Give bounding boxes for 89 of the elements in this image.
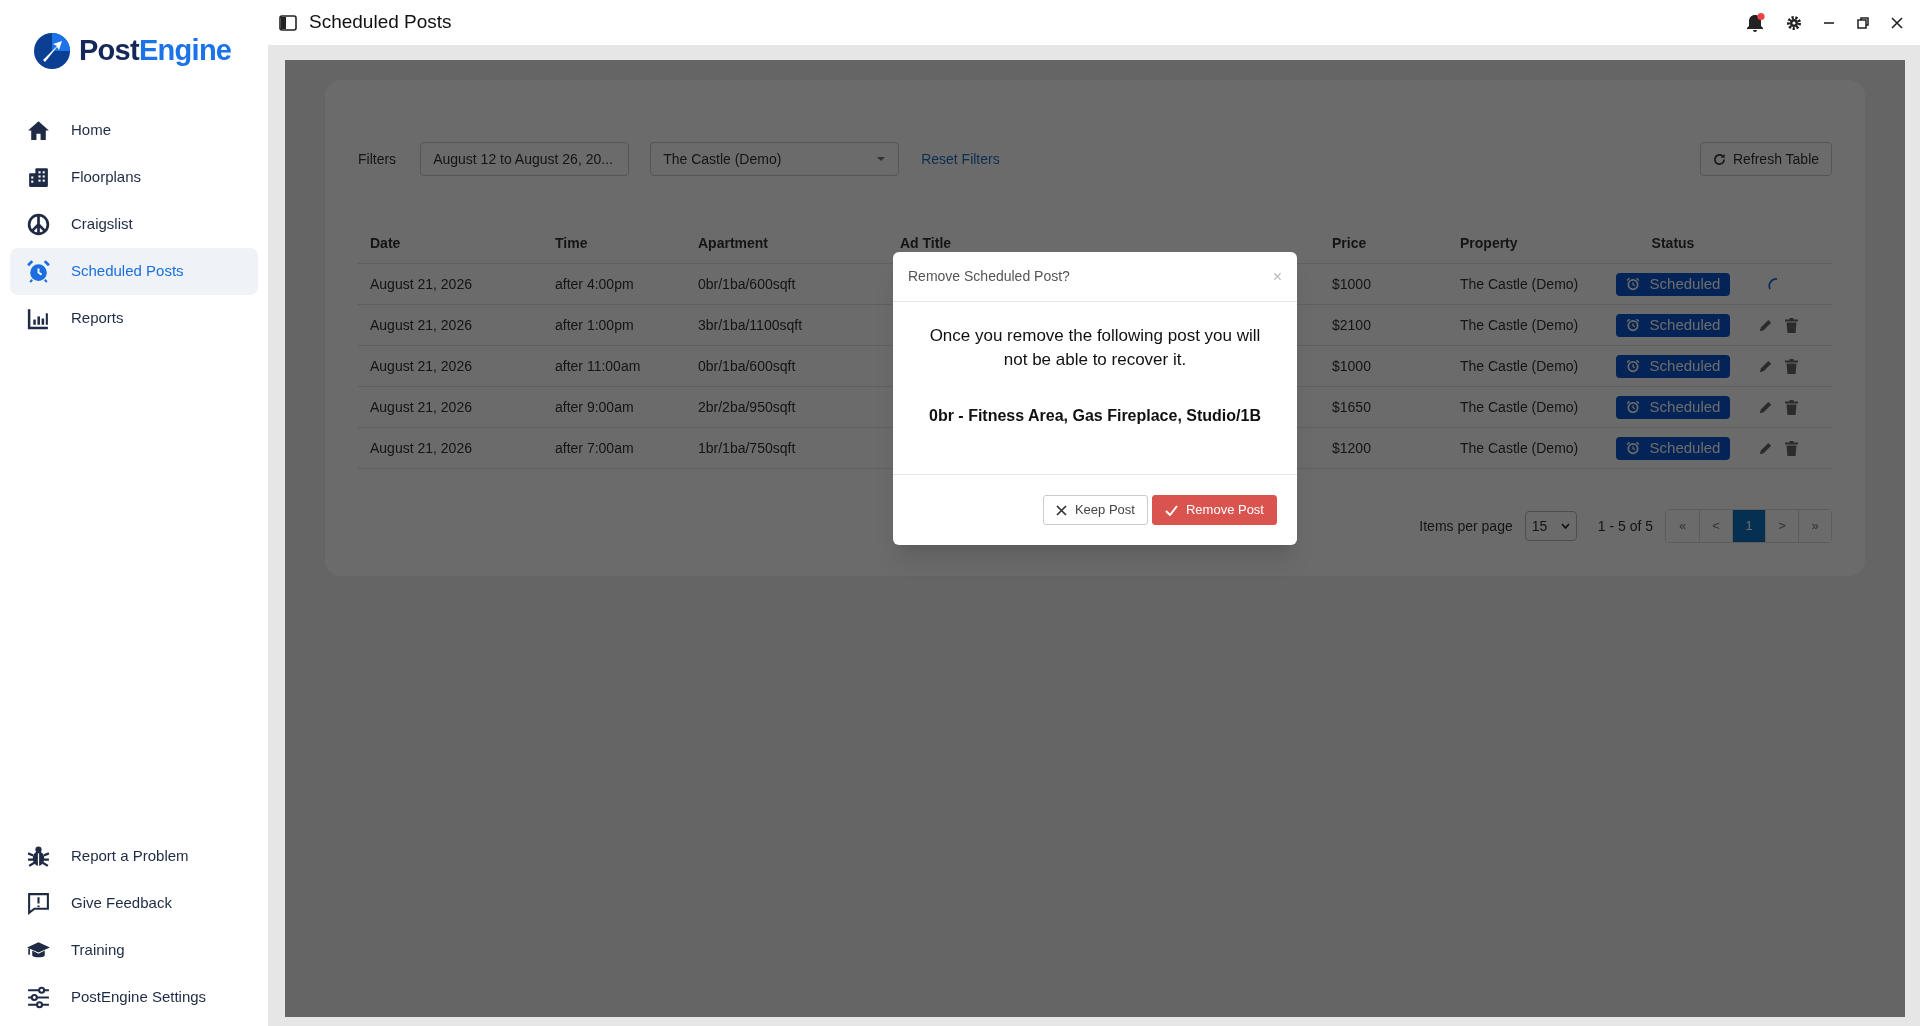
table-cell: after 1:00pm xyxy=(555,316,634,333)
table-cell: August 21, 2026 xyxy=(370,275,472,292)
column-header: Property xyxy=(1460,234,1518,251)
column-header: Ad Title xyxy=(900,234,952,251)
table-cell: after 4:00pm xyxy=(555,275,634,292)
close-icon[interactable] xyxy=(1890,15,1904,30)
table-cell: $1200 xyxy=(1332,439,1371,456)
table-cell: $1000 xyxy=(1332,275,1371,292)
caret-icon xyxy=(876,156,887,162)
caret-icon xyxy=(1560,523,1570,529)
sidebar-toggle-icon[interactable] xyxy=(279,14,297,31)
sidebar-item[interactable]: Home xyxy=(10,107,258,154)
sidebar-item[interactable]: Report a Problem xyxy=(10,833,258,880)
table-cell: The Castle (Demo) xyxy=(1460,316,1579,333)
table-cell: after 11:00am xyxy=(555,357,641,374)
sidebar-item[interactable]: PostEngine Settings xyxy=(10,974,258,1021)
column-header: Date xyxy=(370,234,401,251)
edit-icon[interactable] xyxy=(1758,358,1773,374)
refresh-icon xyxy=(1712,152,1726,166)
table-cell: August 21, 2026 xyxy=(370,398,472,415)
delete-icon[interactable] xyxy=(1785,440,1798,456)
edit-icon[interactable] xyxy=(1758,317,1773,333)
edit-icon[interactable] xyxy=(1758,399,1773,415)
table-cell: $2100 xyxy=(1332,316,1371,333)
table-cell: August 21, 2026 xyxy=(370,439,472,456)
peace-sign-icon xyxy=(26,212,51,237)
notification-bell-icon[interactable] xyxy=(1744,11,1766,34)
page-range-text: 1 - 5 of 5 xyxy=(1597,516,1653,536)
status-badge: Scheduled xyxy=(1615,272,1731,296)
column-header: Time xyxy=(555,234,588,251)
x-icon xyxy=(1055,504,1067,516)
delete-icon[interactable] xyxy=(1785,358,1798,374)
table-cell: August 21, 2026 xyxy=(370,357,472,374)
logo-icon xyxy=(33,32,71,70)
sidebar-item[interactable]: Training xyxy=(10,927,258,974)
logo-text: PostEngine xyxy=(79,33,232,69)
sidebar-item[interactable]: Scheduled Posts xyxy=(10,248,258,295)
settings-icon[interactable] xyxy=(1786,14,1802,31)
delete-icon[interactable] xyxy=(1785,317,1798,333)
sliders-icon xyxy=(26,985,51,1010)
building-icon xyxy=(26,165,51,190)
status-badge: Scheduled xyxy=(1615,313,1731,337)
bug-icon xyxy=(26,844,51,869)
check-icon xyxy=(1164,504,1178,516)
column-header: Status xyxy=(1651,233,1695,253)
date-range-field[interactable]: August 12 to August 26, 20... xyxy=(420,142,630,176)
post-title: 0br - Fitness Area, Gas Fireplace, Studio/1B xyxy=(928,406,1262,426)
column-header: Price xyxy=(1332,234,1367,251)
modal-message: Once you remove the following post you will not be able to recover it. xyxy=(928,325,1262,371)
table-cell: The Castle (Demo) xyxy=(1460,439,1579,456)
status-badge: Scheduled xyxy=(1615,436,1731,460)
modal-title: Remove Scheduled Post? xyxy=(908,267,1070,286)
home-icon xyxy=(26,118,51,143)
alarm-clock-icon xyxy=(26,259,51,284)
status-badge: Scheduled xyxy=(1615,395,1731,419)
remove-post-button[interactable]: Remove Post xyxy=(1151,495,1277,525)
table-cell: The Castle (Demo) xyxy=(1460,357,1579,374)
restore-icon[interactable] xyxy=(1856,15,1870,30)
filters-label: Filters xyxy=(358,149,397,169)
bar-chart-icon xyxy=(26,306,51,331)
table-cell: August 21, 2026 xyxy=(370,316,472,333)
table-cell: 0br/1ba/600sqft xyxy=(698,357,796,374)
edit-icon[interactable] xyxy=(1758,440,1773,456)
property-dropdown[interactable]: The Castle (Demo) xyxy=(650,142,900,176)
reset-filters-link[interactable]: Reset Filters xyxy=(921,148,1000,170)
table-cell: The Castle (Demo) xyxy=(1460,275,1579,292)
page-title: Scheduled Posts xyxy=(309,10,452,35)
table-cell: The Castle (Demo) xyxy=(1460,398,1579,415)
table-cell: $1000 xyxy=(1332,357,1371,374)
items-per-page-select[interactable]: 15 xyxy=(1524,511,1577,541)
refresh-table-button[interactable]: Refresh Table xyxy=(1700,142,1832,176)
table-cell: 1br/1ba/750sqft xyxy=(698,439,796,456)
items-per-page-label: Items per page xyxy=(1419,516,1513,536)
table-cell: 2br/2ba/950sqft xyxy=(698,398,796,415)
table-cell: 3br/1ba/1100sqft xyxy=(698,316,803,333)
table-cell: after 9:00am xyxy=(555,398,634,415)
pagination-button[interactable]: 1 xyxy=(1732,510,1765,542)
sidebar-item[interactable]: Floorplans xyxy=(10,154,258,201)
sidebar-item[interactable]: Reports xyxy=(10,295,258,342)
table-cell: after 7:00am xyxy=(555,439,634,456)
feedback-icon xyxy=(26,891,51,916)
delete-icon[interactable] xyxy=(1785,399,1798,415)
sidebar-item[interactable]: Give Feedback xyxy=(10,880,258,927)
keep-post-button[interactable]: Keep Post xyxy=(1042,495,1148,525)
table-cell: $1650 xyxy=(1332,398,1371,415)
column-header: Apartment xyxy=(698,234,768,251)
sidebar-item[interactable]: Craigslist xyxy=(10,201,258,248)
table-cell: 0br/1ba/600sqft xyxy=(698,275,796,292)
status-badge: Scheduled xyxy=(1615,354,1731,378)
